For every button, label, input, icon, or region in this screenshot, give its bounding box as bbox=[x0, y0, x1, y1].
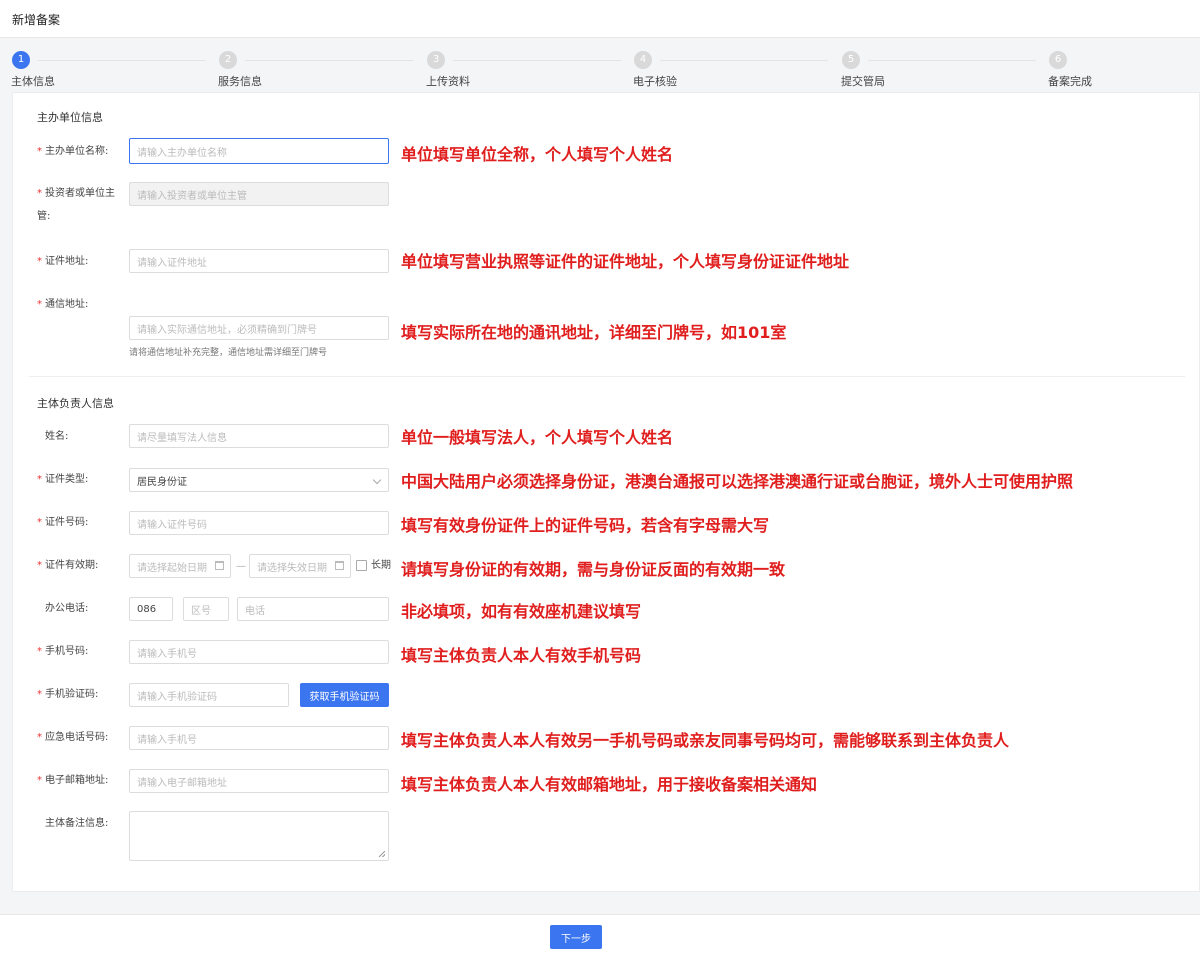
step-1-label: 主体信息 bbox=[11, 75, 55, 88]
long-term-label: 长期 bbox=[371, 560, 391, 571]
long-term-checkbox[interactable] bbox=[356, 560, 367, 571]
emergency-phone-label: * 应急电话号码: bbox=[37, 732, 109, 743]
mobile-input[interactable]: 请输入手机号 bbox=[129, 640, 389, 664]
country-code-input[interactable]: 086 bbox=[129, 597, 173, 621]
sms-code-input[interactable]: 请输入手机验证码 bbox=[129, 683, 289, 707]
org-name-input[interactable]: 请输入主办单位名称 bbox=[129, 138, 389, 164]
email-note: 填写主体负责人本人有效邮箱地址，用于接收备案相关通知 bbox=[401, 775, 818, 794]
cert-type-note: 中国大陆用户必须选择身份证，港澳台通报可以选择港澳通行证或台胞证，境外人士可使用… bbox=[401, 472, 1074, 491]
investor-input[interactable]: 请输入投资者或单位主管 bbox=[129, 182, 389, 206]
get-sms-code-button[interactable]: 获取手机验证码 bbox=[300, 683, 389, 707]
form-card: 主办单位信息 * 主办单位名称: 请输入主办单位名称 单位填写单位全称，个人填写个… bbox=[12, 92, 1200, 892]
step-1-number: 1 bbox=[12, 51, 30, 69]
validity-end-input[interactable]: 请选择失效日期 bbox=[249, 554, 351, 578]
step-5-number: 5 bbox=[842, 51, 860, 69]
section-title-organizer: 主办单位信息 bbox=[37, 111, 103, 124]
sms-code-label: * 手机验证码: bbox=[37, 689, 99, 700]
mail-address-note: 填写实际所在地的通讯地址，详细至门牌号，如101室 bbox=[401, 323, 787, 342]
step-connector bbox=[245, 60, 413, 61]
step-3-number: 3 bbox=[427, 51, 445, 69]
page-title: 新增备案 bbox=[12, 13, 61, 27]
office-phone-note: 非必填项，如有有效座机建议填写 bbox=[401, 602, 642, 621]
calendar-icon bbox=[335, 561, 344, 570]
step-connector bbox=[868, 60, 1036, 61]
emergency-phone-input[interactable]: 请输入手机号 bbox=[129, 726, 389, 750]
mail-address-label: * 通信地址: bbox=[37, 299, 89, 310]
resize-handle-icon[interactable] bbox=[379, 851, 385, 857]
section-title-principal: 主体负责人信息 bbox=[37, 397, 114, 410]
area-code-input[interactable]: 区号 bbox=[183, 597, 229, 621]
step-4-label: 电子核验 bbox=[633, 75, 677, 88]
step-2-label: 服务信息 bbox=[218, 75, 262, 88]
cert-type-select[interactable]: 居民身份证 bbox=[129, 468, 389, 492]
date-range-separator: — bbox=[236, 561, 246, 572]
cert-number-input[interactable]: 请输入证件号码 bbox=[129, 511, 389, 535]
step-2-number: 2 bbox=[219, 51, 237, 69]
remark-textarea[interactable] bbox=[129, 811, 389, 861]
next-step-button[interactable]: 下一步 bbox=[550, 925, 602, 949]
step-connector bbox=[453, 60, 621, 61]
cert-number-label: * 证件号码: bbox=[37, 517, 89, 528]
email-input[interactable]: 请输入电子邮箱地址 bbox=[129, 769, 389, 793]
bottom-bar: 下一步 bbox=[0, 914, 1200, 956]
mail-address-input[interactable]: 请输入实际通信地址，必须精确到门牌号 bbox=[129, 316, 389, 340]
investor-label-cont: 管: bbox=[37, 211, 51, 222]
cert-type-label: * 证件类型: bbox=[37, 474, 89, 485]
cert-number-note: 填写有效身份证件上的证件号码，若含有字母需大写 bbox=[401, 516, 770, 535]
step-connector bbox=[660, 60, 828, 61]
chevron-down-icon bbox=[372, 475, 382, 485]
step-3-label: 上传资料 bbox=[426, 75, 470, 88]
mobile-label: * 手机号码: bbox=[37, 646, 89, 657]
mobile-note: 填写主体负责人本人有效手机号码 bbox=[401, 646, 642, 665]
step-5-label: 提交管局 bbox=[841, 75, 885, 88]
step-6-number: 6 bbox=[1049, 51, 1067, 69]
name-label: 姓名: bbox=[45, 431, 69, 442]
validity-start-input[interactable]: 请选择起始日期 bbox=[129, 554, 231, 578]
cert-address-label: * 证件地址: bbox=[37, 256, 89, 267]
name-note: 单位一般填写法人，个人填写个人姓名 bbox=[401, 428, 674, 447]
org-name-note: 单位填写单位全称，个人填写个人姓名 bbox=[401, 145, 674, 164]
cert-address-input[interactable]: 请输入证件地址 bbox=[129, 249, 389, 273]
progress-steps: 1 主体信息 2 服务信息 3 上传资料 4 电子核验 5 提交管局 6 备案完… bbox=[0, 48, 1200, 88]
investor-label: * 投资者或单位主 bbox=[37, 188, 115, 199]
emergency-phone-note: 填写主体负责人本人有效另一手机号码或亲友同事号码均可，需能够联系到主体负责人 bbox=[401, 731, 1010, 750]
step-6-label: 备案完成 bbox=[1048, 75, 1092, 88]
email-label: * 电子邮箱地址: bbox=[37, 775, 109, 786]
step-connector bbox=[38, 60, 206, 61]
office-phone-label: 办公电话: bbox=[45, 603, 89, 614]
org-name-label: * 主办单位名称: bbox=[37, 146, 109, 157]
cert-validity-note: 请填写身份证的有效期，需与身份证反面的有效期一致 bbox=[401, 560, 786, 579]
mail-address-hint: 请将通信地址补充完整，通信地址需详细至门牌号 bbox=[129, 348, 328, 358]
office-phone-input[interactable]: 电话 bbox=[237, 597, 389, 621]
name-input[interactable]: 请尽量填写法人信息 bbox=[129, 424, 389, 448]
remark-label: 主体备注信息: bbox=[45, 818, 109, 829]
cert-address-note: 单位填写营业执照等证件的证件地址，个人填写身份证证件地址 bbox=[401, 252, 850, 271]
cert-validity-label: * 证件有效期: bbox=[37, 560, 99, 571]
section-divider bbox=[29, 376, 1185, 377]
top-bar: 新增备案 bbox=[0, 0, 1200, 38]
step-4-number: 4 bbox=[634, 51, 652, 69]
calendar-icon bbox=[215, 561, 224, 570]
